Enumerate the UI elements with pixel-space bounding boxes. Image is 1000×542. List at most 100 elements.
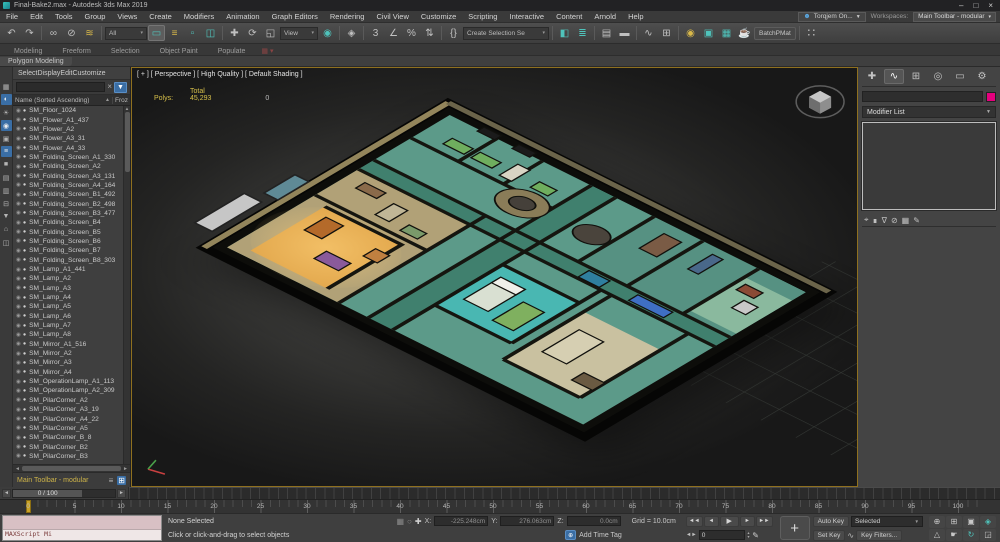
object-list-item[interactable]: SM_OperationLamp_A1_113 [13,377,130,386]
object-list-item[interactable]: SM_Lamp_A1_441 [13,265,130,274]
object-list-item[interactable]: SM_Folding_Screen_A4_164 [13,181,130,190]
select-and-move-icon[interactable]: ✚ [226,25,243,41]
hscroll-thumb[interactable] [22,466,121,471]
pan-icon[interactable]: ☛ [946,529,962,541]
visibility-eye-icon[interactable] [16,257,21,263]
key-filters-button[interactable]: Key Filters... [856,530,902,541]
display-containers-icon[interactable]: ⊟ [1,198,12,209]
render-dot-icon[interactable] [23,182,26,188]
object-list-item[interactable]: SM_PilarCorner_A4_22 [13,414,130,423]
display-helpers-icon[interactable]: ▣ [1,133,12,144]
visibility-eye-icon[interactable] [16,313,21,319]
visibility-eye-icon[interactable] [16,397,21,403]
zoom-icon[interactable]: ⊕ [929,516,945,528]
ribbon-tab[interactable]: Modeling [4,47,52,56]
configure-modifier-sets-icon[interactable]: ▦ [902,216,910,225]
time-forward-icon[interactable]: ► [117,489,126,498]
object-list-item[interactable]: SM_Flower_A1_437 [13,115,130,124]
object-list-item[interactable]: SM_Flower_A3_31 [13,134,130,143]
bind-to-space-warp-icon[interactable]: ≋ [81,25,98,41]
visibility-eye-icon[interactable] [16,332,21,338]
object-list-item[interactable]: SM_Lamp_A6 [13,312,130,321]
visibility-eye-icon[interactable] [16,229,21,235]
render-dot-icon[interactable] [23,369,26,375]
render-dot-icon[interactable] [23,201,26,207]
render-dot-icon[interactable] [23,238,26,244]
visibility-eye-icon[interactable] [16,108,21,114]
visibility-eye-icon[interactable] [16,444,21,450]
object-list-item[interactable]: SM_PilarCorner_A3_19 [13,405,130,414]
track-bar[interactable] [129,487,1000,499]
maximize-button[interactable]: □ [973,2,978,10]
ribbon-tab[interactable]: Populate [208,47,256,56]
object-list-item[interactable]: SM_Folding_Screen_A2 [13,162,130,171]
menu-item[interactable]: Animation [220,12,265,21]
render-dot-icon[interactable] [23,136,26,142]
object-list-item[interactable]: SM_PilarCorner_A5 [13,424,130,433]
menu-item[interactable]: Graph Editors [266,12,324,21]
render-dot-icon[interactable] [23,379,26,385]
explorer-horizontal-scrollbar[interactable]: ◄ ► [13,464,130,472]
object-list-item[interactable]: SM_Folding_Screen_A3_131 [13,171,130,180]
visibility-eye-icon[interactable] [16,238,21,244]
render-dot-icon[interactable] [23,145,26,151]
render-dot-icon[interactable] [23,416,26,422]
visibility-eye-icon[interactable] [16,407,21,413]
ribbon-tab[interactable]: Freeform [52,47,100,56]
render-dot-icon[interactable] [23,285,26,291]
time-slider-handle[interactable]: 0 / 100 [13,490,82,497]
explorer-settings-icon[interactable]: ≡ [109,476,114,485]
render-dot-icon[interactable] [23,425,26,431]
visibility-eye-icon[interactable] [16,425,21,431]
scroll-up-icon[interactable]: ▲ [125,106,129,111]
object-list-item[interactable]: SM_Folding_Screen_B5 [13,227,130,236]
visibility-eye-icon[interactable] [16,416,21,422]
object-list-item[interactable]: SM_Folding_Screen_B6 [13,237,130,246]
render-dot-icon[interactable] [23,229,26,235]
rendered-frame-icon[interactable]: ▦ [718,25,735,41]
render-dot-icon[interactable] [23,117,26,123]
display-xrefs-icon[interactable]: ▤ [1,172,12,183]
visibility-eye-icon[interactable] [16,267,21,273]
explorer-menu-item[interactable]: Display [37,70,60,77]
object-list-item[interactable]: SM_OperationLamp_A2_309 [13,386,130,395]
display-cameras-icon[interactable]: ◉ [1,120,12,131]
schematic-view-icon[interactable]: ⊞ [658,25,675,41]
menu-item[interactable]: Help [622,12,649,21]
modifier-list-dropdown[interactable]: Modifier List▼ [862,106,996,118]
render-dot-icon[interactable] [23,267,26,273]
menu-item[interactable]: Views [111,12,143,21]
time-tag-icon[interactable]: ⊕ [565,530,576,540]
render-dot-icon[interactable] [23,210,26,216]
render-dot-icon[interactable] [23,108,26,114]
object-list-item[interactable]: SM_PilarCorner_A2 [13,396,130,405]
object-list-item[interactable]: SM_Lamp_A7 [13,321,130,330]
maximize-viewport-icon[interactable]: ◲ [980,529,996,541]
visibility-eye-icon[interactable] [16,182,21,188]
object-list-item[interactable]: SM_Mirror_A1_516 [13,340,130,349]
explorer-menu-item[interactable]: Customize [72,70,105,77]
explorer-layout-icon[interactable]: ⊞ [117,476,126,485]
object-list-item[interactable]: SM_Lamp_A8 [13,330,130,339]
object-list-item[interactable]: SM_Folding_Screen_B2_498 [13,199,130,208]
render-dot-icon[interactable] [23,332,26,338]
display-spacewarps-icon[interactable]: ≡ [1,146,12,157]
object-list-item[interactable]: SM_Folding_Screen_B4 [13,218,130,227]
zoom-all-icon[interactable]: ⊞ [946,516,962,528]
render-dot-icon[interactable] [23,295,26,301]
clear-search-icon[interactable]: × [107,83,112,91]
render-dot-icon[interactable] [23,435,26,441]
visibility-eye-icon[interactable] [16,351,21,357]
ribbon-tab[interactable]: Selection [101,47,150,56]
visibility-eye-icon[interactable] [16,210,21,216]
render-dot-icon[interactable] [23,192,26,198]
tab-create[interactable]: ✚ [862,69,882,84]
visibility-eye-icon[interactable] [16,388,21,394]
display-groups-icon[interactable]: ■ [1,159,12,170]
select-by-name-icon[interactable]: ≡ [166,25,183,41]
display-bones-icon[interactable]: ▥ [1,185,12,196]
next-frame-icon[interactable]: ► [740,516,755,527]
menu-item[interactable]: Civil View [370,12,414,21]
set-keys-button[interactable]: + [780,516,810,540]
material-editor-icon[interactable]: ◉ [682,25,699,41]
